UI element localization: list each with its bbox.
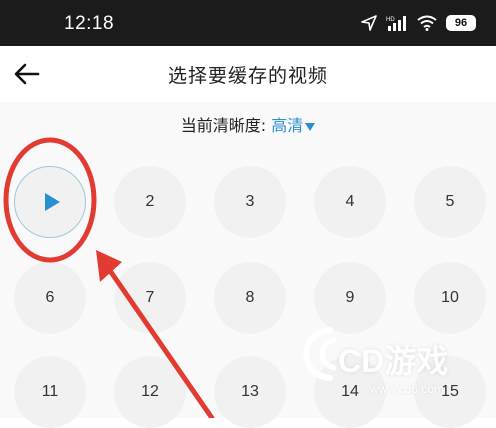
episode-label: 14 <box>341 383 359 400</box>
episode-item[interactable]: 12 <box>114 356 186 428</box>
quality-value: 高清 <box>271 116 304 135</box>
status-time: 12:18 <box>64 13 115 34</box>
episode-item[interactable]: 14 <box>314 356 386 428</box>
episode-label: 7 <box>145 289 155 306</box>
episode-label: 13 <box>241 383 259 400</box>
episode-item[interactable]: 6 <box>14 262 86 334</box>
quality-label: 当前清晰度: <box>180 116 267 135</box>
quality-row: 当前清晰度: 高清 <box>0 112 496 136</box>
episode-item[interactable]: 7 <box>114 262 186 334</box>
episode-label: 11 <box>41 383 59 400</box>
episode-label: 15 <box>441 383 459 400</box>
episode-item[interactable]: 10 <box>414 262 486 334</box>
page-title: 选择要缓存的视频 <box>167 65 328 87</box>
status-bar: 12:18 HD 96 <box>0 0 496 46</box>
episode-label: 10 <box>441 289 459 306</box>
episode-label: 2 <box>145 193 155 210</box>
dropdown-caret-icon <box>305 122 316 131</box>
svg-text:HD: HD <box>386 17 395 23</box>
episode-item[interactable]: 15 <box>414 356 486 428</box>
wifi-icon <box>417 15 437 31</box>
episode-item[interactable]: 4 <box>314 166 386 238</box>
play-icon <box>44 193 60 211</box>
episode-item[interactable]: 13 <box>214 356 286 428</box>
battery-level: 96 <box>454 17 468 29</box>
signal-icon: HD <box>386 16 406 31</box>
episode-item[interactable]: 11 <box>14 356 86 428</box>
episode-label: 8 <box>245 289 255 306</box>
battery-icon: 96 <box>446 15 476 31</box>
episode-label: 4 <box>345 193 355 210</box>
episode-item[interactable]: 3 <box>214 166 286 238</box>
episode-item[interactable]: 8 <box>214 262 286 334</box>
episode-label: 12 <box>141 383 159 400</box>
episode-label: 9 <box>345 289 355 306</box>
episode-item-1-playing[interactable] <box>14 166 86 238</box>
episode-item[interactable]: 2 <box>114 166 186 238</box>
location-icon <box>361 15 377 31</box>
episode-item[interactable]: 9 <box>314 262 386 334</box>
quality-selector[interactable]: 高清 <box>271 116 316 135</box>
episode-item[interactable]: 5 <box>414 166 486 238</box>
status-icons: HD 96 <box>361 13 476 33</box>
episode-label: 5 <box>445 193 455 210</box>
top-bar: 选择要缓存的视频 <box>0 46 496 102</box>
episode-label: 6 <box>45 289 55 306</box>
episode-label: 3 <box>245 193 255 210</box>
